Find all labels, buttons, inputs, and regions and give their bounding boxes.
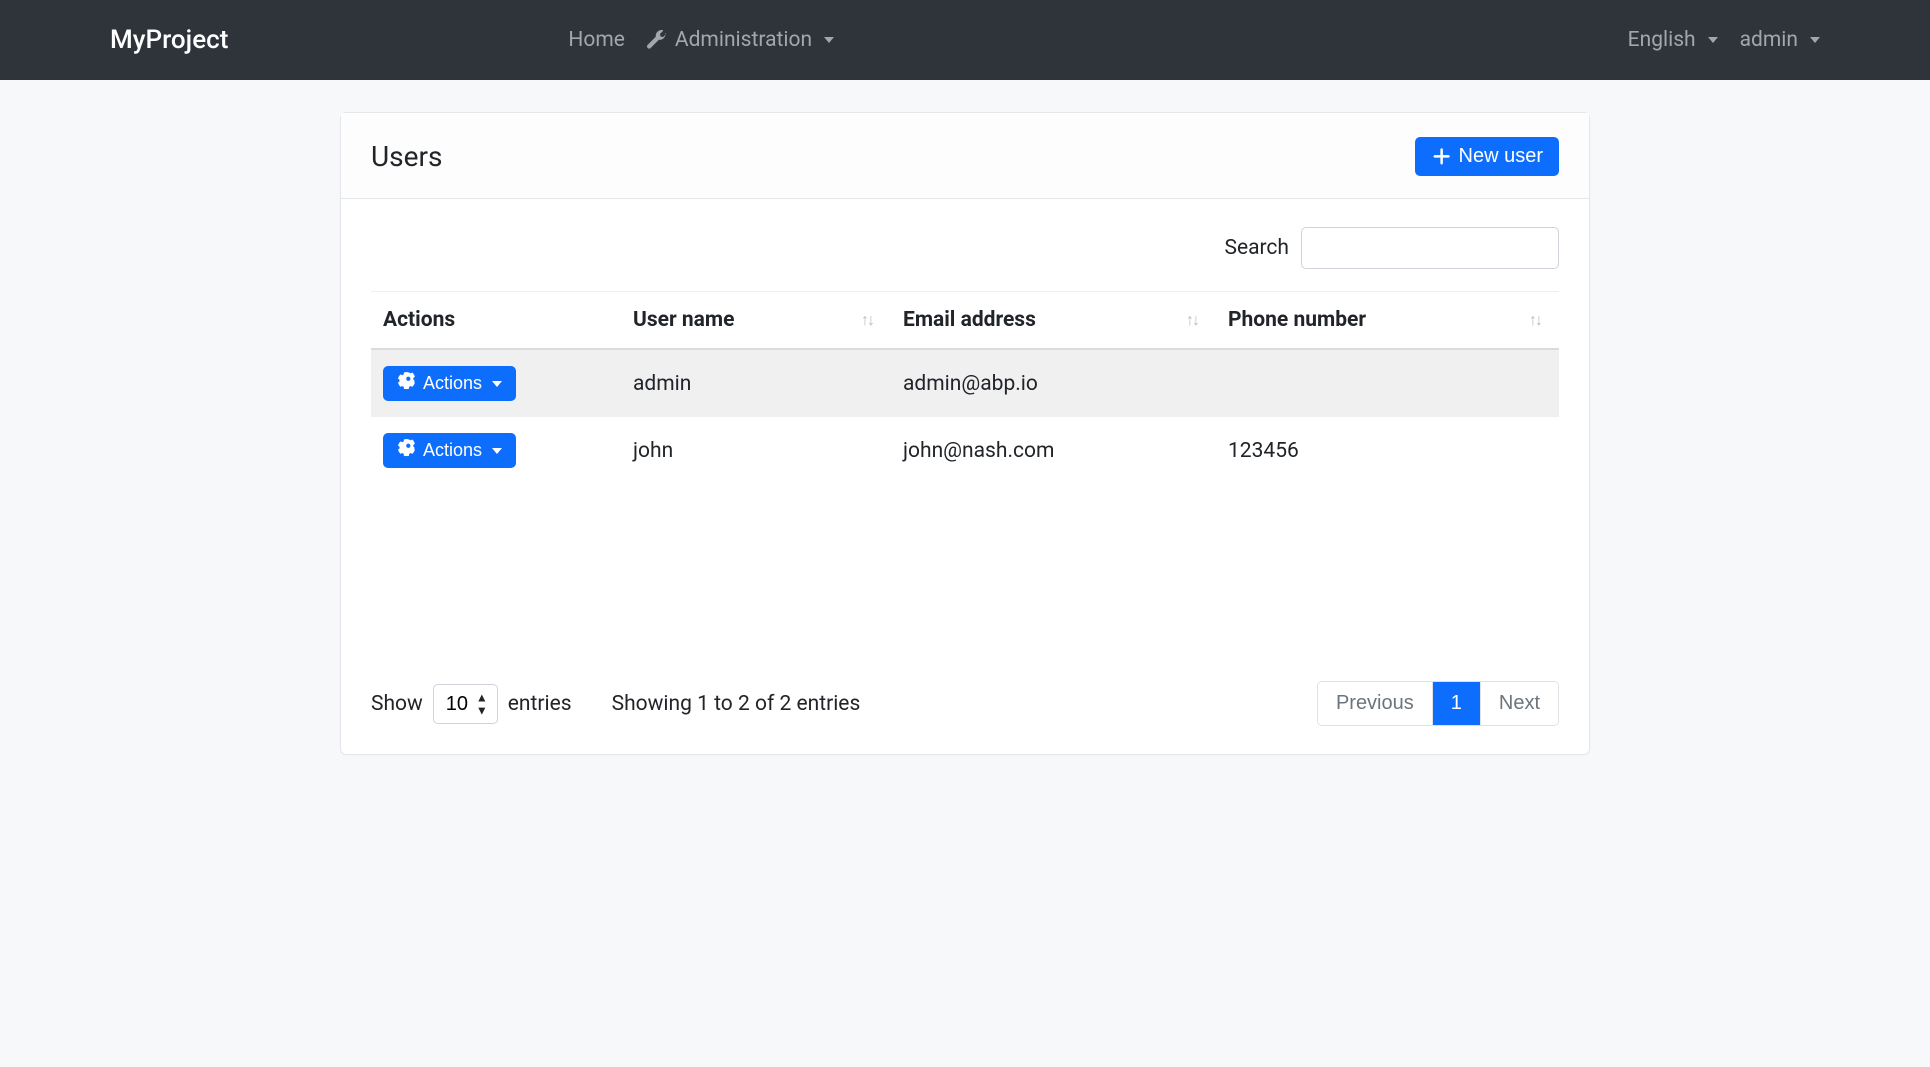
new-user-button[interactable]: New user [1415,137,1559,176]
row-actions-label: Actions [423,440,482,461]
table-row: Actions john john@nash.com 123456 [371,417,1559,484]
cell-username: john [621,417,891,484]
nav-home[interactable]: Home [568,28,625,52]
table-row: Actions admin admin@abp.io [371,349,1559,417]
page-length-control: Show 10 ▲▼ entries [371,684,572,724]
search-input[interactable] [1301,227,1559,269]
gear-icon [397,439,415,462]
page-title: Users [371,140,442,173]
page-size-select-wrap: 10 ▲▼ [433,684,498,724]
users-table: Actions User name ↑↓ Email address ↑↓ Ph… [371,291,1559,484]
wrench-icon [647,28,667,52]
nav-administration-label: Administration [675,28,812,52]
col-actions[interactable]: Actions [371,292,621,350]
card-body: Search Actions User name ↑↓ [341,199,1589,681]
table-wrap: Actions User name ↑↓ Email address ↑↓ Ph… [371,291,1559,651]
nav-administration[interactable]: Administration [647,28,834,52]
col-actions-label: Actions [383,308,455,332]
search-label: Search [1224,236,1289,260]
next-button[interactable]: Next [1481,682,1558,725]
page-size-select[interactable]: 10 [433,684,498,724]
chevron-down-icon [1810,37,1820,43]
search-row: Search [371,227,1559,269]
table-head: Actions User name ↑↓ Email address ↑↓ Ph… [371,292,1559,350]
row-actions-button[interactable]: Actions [383,366,516,401]
row-actions-label: Actions [423,373,482,394]
nav-language-label: English [1628,28,1696,52]
show-label: Show [371,692,423,716]
card-footer: Show 10 ▲▼ entries Showing 1 to 2 of 2 e… [341,681,1589,754]
col-phone-label: Phone number [1228,308,1366,332]
navbar: MyProject Home Administration English ad… [0,0,1930,80]
page-1-button[interactable]: 1 [1433,682,1481,725]
table-body: Actions admin admin@abp.io [371,349,1559,484]
chevron-down-icon [492,381,502,387]
col-username[interactable]: User name ↑↓ [621,292,891,350]
navbar-left: MyProject Home Administration [110,25,834,55]
nav-language[interactable]: English [1628,28,1718,52]
cell-actions: Actions [371,417,621,484]
table-header-row: Actions User name ↑↓ Email address ↑↓ Ph… [371,292,1559,350]
cell-actions: Actions [371,349,621,417]
entries-label: entries [508,692,572,716]
nav-user-label: admin [1740,28,1798,52]
card-header: Users New user [341,113,1589,199]
col-email[interactable]: Email address ↑↓ [891,292,1216,350]
cell-phone [1216,349,1559,417]
gear-icon [397,372,415,395]
col-username-label: User name [633,308,734,332]
main-container: Users New user Search Actions [340,112,1590,755]
prev-button[interactable]: Previous [1318,682,1433,725]
col-phone[interactable]: Phone number ↑↓ [1216,292,1559,350]
col-email-label: Email address [903,308,1036,332]
row-actions-button[interactable]: Actions [383,433,516,468]
navbar-right: English admin [1628,28,1900,52]
navbar-center: Home Administration [568,28,834,52]
nav-home-label: Home [568,28,625,52]
sort-icon: ↑↓ [1529,310,1541,330]
table-info: Showing 1 to 2 of 2 entries [612,692,861,716]
chevron-down-icon [1708,37,1718,43]
chevron-down-icon [824,37,834,43]
chevron-down-icon [492,448,502,454]
cell-username: admin [621,349,891,417]
pagination: Previous 1 Next [1317,681,1559,726]
new-user-label: New user [1459,145,1543,168]
sort-icon: ↑↓ [1186,310,1198,330]
cell-email: admin@abp.io [891,349,1216,417]
nav-user[interactable]: admin [1740,28,1820,52]
brand[interactable]: MyProject [110,25,228,55]
sort-icon: ↑↓ [861,310,873,330]
cell-email: john@nash.com [891,417,1216,484]
cell-phone: 123456 [1216,417,1559,484]
users-card: Users New user Search Actions [340,112,1590,755]
plus-icon [1431,145,1451,168]
